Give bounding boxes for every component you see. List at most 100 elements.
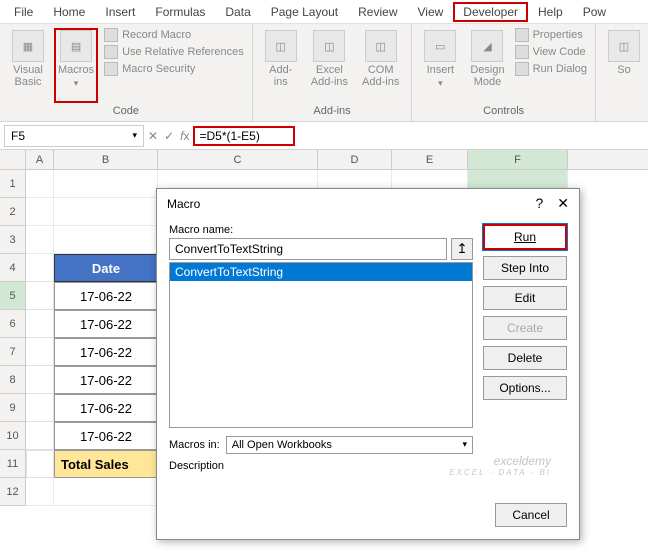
tab-home[interactable]: Home — [43, 2, 95, 22]
col-header-f[interactable]: F — [468, 150, 568, 169]
macros-button[interactable]: ▤ Macros ▾ — [54, 28, 98, 103]
cell-date[interactable]: 17-06-22 — [54, 394, 158, 422]
row-header-12[interactable]: 12 — [0, 478, 26, 506]
so-icon: ◫ — [608, 30, 640, 62]
visual-basic-label: Visual Basic — [13, 64, 43, 88]
row-header-3[interactable]: 3 — [0, 226, 26, 254]
header-date[interactable]: Date — [54, 254, 158, 282]
cell[interactable] — [26, 282, 54, 310]
cancel-icon[interactable]: ✕ — [148, 129, 158, 143]
chevron-down-icon[interactable]: ▾ — [132, 130, 137, 141]
tab-insert[interactable]: Insert — [95, 2, 145, 22]
row-header-9[interactable]: 9 — [0, 394, 26, 422]
step-into-button[interactable]: Step Into — [483, 256, 567, 280]
formula-input[interactable] — [199, 129, 289, 143]
row-header-2[interactable]: 2 — [0, 198, 26, 226]
cell[interactable] — [54, 198, 158, 226]
cell[interactable] — [26, 226, 54, 254]
excel-addins-button[interactable]: ◫Excel Add-ins — [307, 28, 352, 103]
row-header-6[interactable]: 6 — [0, 310, 26, 338]
row-header-4[interactable]: 4 — [0, 254, 26, 282]
col-header-d[interactable]: D — [318, 150, 392, 169]
view-code-button[interactable]: View Code — [515, 45, 587, 59]
com-addins-label: COM Add-ins — [362, 64, 399, 88]
fx-icon[interactable]: fx — [180, 129, 189, 143]
cell-date[interactable]: 17-06-22 — [54, 310, 158, 338]
cell[interactable] — [26, 310, 54, 338]
close-icon[interactable]: ✕ — [557, 195, 569, 212]
properties-button[interactable]: Properties — [515, 28, 587, 42]
tab-file[interactable]: File — [4, 2, 43, 22]
run-dialog-button[interactable]: Run Dialog — [515, 62, 587, 76]
so-button[interactable]: ◫So — [604, 28, 644, 119]
macro-dialog: Macro ? ✕ Macro name: ↥ ConvertToTextStr… — [156, 188, 580, 540]
name-box-value: F5 — [11, 129, 25, 143]
row-header-11[interactable]: 11 — [0, 450, 26, 478]
tab-help[interactable]: Help — [528, 2, 573, 22]
cell[interactable] — [54, 226, 158, 254]
relative-refs-button[interactable]: Use Relative References — [104, 45, 244, 59]
cell[interactable] — [26, 450, 54, 478]
cell[interactable] — [54, 170, 158, 198]
cell-date[interactable]: 17-06-22 — [54, 338, 158, 366]
macros-in-select[interactable]: All Open Workbooks▾ — [226, 436, 473, 454]
col-header-c[interactable]: C — [158, 150, 318, 169]
com-addins-button[interactable]: ◫COM Add-ins — [358, 28, 403, 103]
row-header-5[interactable]: 5 — [0, 282, 26, 310]
col-header-e[interactable]: E — [392, 150, 468, 169]
cell[interactable] — [26, 254, 54, 282]
help-icon[interactable]: ? — [535, 195, 543, 212]
col-headers: A B C D E F — [0, 150, 648, 170]
tab-formulas[interactable]: Formulas — [145, 2, 215, 22]
cell-date[interactable]: 17-06-22 — [54, 422, 158, 450]
macro-name-input[interactable] — [169, 238, 447, 260]
cancel-button[interactable]: Cancel — [495, 503, 567, 527]
macro-name-collapse-button[interactable]: ↥ — [451, 238, 473, 260]
select-all[interactable] — [0, 150, 26, 169]
tab-page-layout[interactable]: Page Layout — [261, 2, 348, 22]
tab-view[interactable]: View — [408, 2, 454, 22]
cell[interactable] — [26, 198, 54, 226]
cell-date[interactable]: 17-06-22 — [54, 366, 158, 394]
tab-data[interactable]: Data — [215, 2, 260, 22]
macro-security-label: Macro Security — [122, 63, 195, 75]
dialog-titlebar[interactable]: Macro ? ✕ — [157, 189, 579, 218]
cell[interactable] — [26, 170, 54, 198]
cell[interactable] — [26, 338, 54, 366]
group-controls: ▭Insert▾ ◢Design Mode Properties View Co… — [412, 24, 596, 121]
macro-security-button[interactable]: Macro Security — [104, 62, 244, 76]
row-header-8[interactable]: 8 — [0, 366, 26, 394]
create-button[interactable]: Create — [483, 316, 567, 340]
macros-icon: ▤ — [60, 30, 92, 62]
tab-developer[interactable]: Developer — [453, 2, 528, 22]
tab-review[interactable]: Review — [348, 2, 407, 22]
design-mode-button[interactable]: ◢Design Mode — [466, 28, 508, 103]
accept-icon[interactable]: ✓ — [164, 129, 174, 143]
macro-list[interactable]: ConvertToTextString — [169, 262, 473, 428]
row-header-1[interactable]: 1 — [0, 170, 26, 198]
col-header-b[interactable]: B — [54, 150, 158, 169]
options-button[interactable]: Options... — [483, 376, 567, 400]
cell-total-label[interactable]: Total Sales — [54, 450, 158, 478]
addins-button[interactable]: ◫Add- ins — [261, 28, 301, 103]
visual-basic-button[interactable]: ▦ Visual Basic — [8, 28, 48, 103]
row-header-7[interactable]: 7 — [0, 338, 26, 366]
cell[interactable] — [26, 422, 54, 450]
cell[interactable] — [54, 478, 158, 506]
chevron-down-icon: ▾ — [462, 439, 467, 451]
record-macro-button[interactable]: Record Macro — [104, 28, 244, 42]
macro-list-item[interactable]: ConvertToTextString — [170, 263, 472, 281]
tab-pow[interactable]: Pow — [573, 2, 616, 22]
delete-button[interactable]: Delete — [483, 346, 567, 370]
run-button[interactable]: Run — [483, 224, 567, 250]
cell[interactable] — [26, 394, 54, 422]
name-box[interactable]: F5 ▾ — [4, 125, 144, 147]
insert-control-button[interactable]: ▭Insert▾ — [420, 28, 460, 103]
edit-button[interactable]: Edit — [483, 286, 567, 310]
cell[interactable] — [26, 478, 54, 506]
cell[interactable] — [26, 366, 54, 394]
col-header-a[interactable]: A — [26, 150, 54, 169]
row-header-10[interactable]: 10 — [0, 422, 26, 450]
cell-date[interactable]: 17-06-22 — [54, 282, 158, 310]
group-controls-label: Controls — [420, 103, 587, 119]
